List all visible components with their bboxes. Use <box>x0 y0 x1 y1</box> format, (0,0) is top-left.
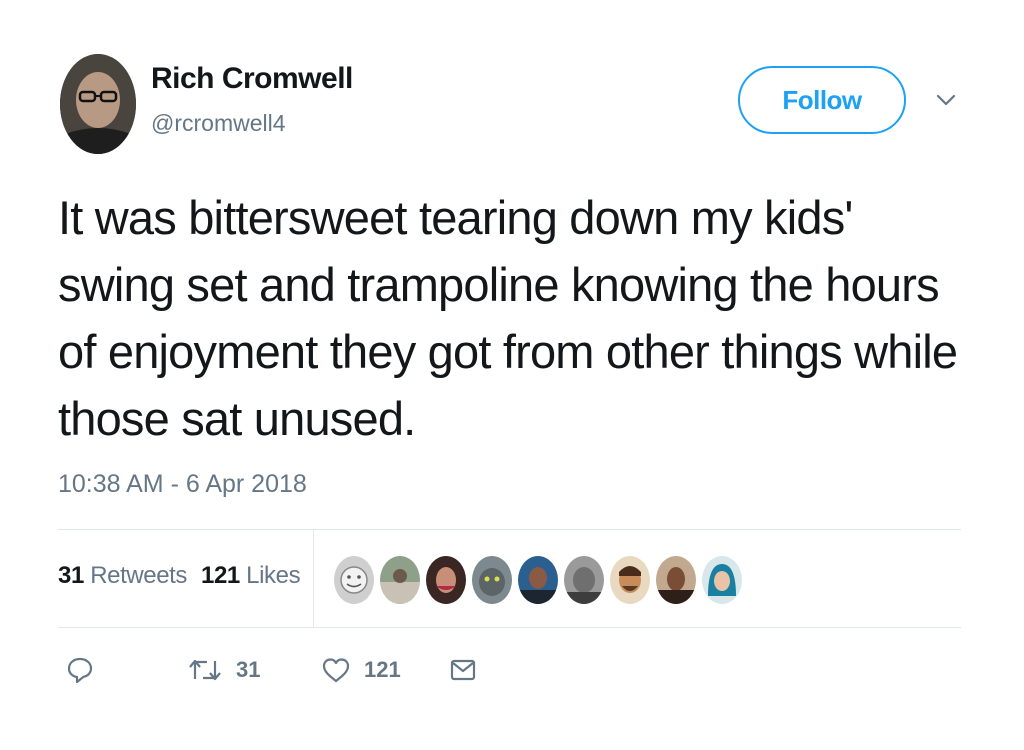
likes-label: Likes <box>246 562 301 589</box>
liker-avatar[interactable] <box>654 554 698 606</box>
heart-icon <box>322 657 350 683</box>
author-name[interactable]: Rich Cromwell <box>151 62 353 96</box>
retweet-icon <box>188 657 222 683</box>
retweet-button[interactable]: 31 <box>188 648 260 692</box>
liker-avatar[interactable] <box>608 554 652 606</box>
reply-button[interactable] <box>66 648 94 692</box>
liker-avatar[interactable] <box>470 554 514 606</box>
liker-avatar[interactable] <box>378 554 422 606</box>
retweets-stat[interactable]: 31 Retweets <box>58 562 187 589</box>
reply-icon <box>66 656 94 684</box>
author-handle[interactable]: @rcromwell4 <box>151 110 286 137</box>
like-button[interactable]: 121 <box>322 648 401 692</box>
tweet-text-line: It was bittersweet tearing down my kids' <box>58 191 853 244</box>
stats-separator <box>313 530 314 628</box>
follow-button[interactable]: Follow <box>738 66 906 134</box>
liker-avatar[interactable] <box>700 554 744 606</box>
retweets-count: 31 <box>58 562 84 589</box>
divider-top <box>58 529 961 530</box>
chevron-down-icon[interactable] <box>935 92 957 108</box>
liker-avatar[interactable] <box>562 554 606 606</box>
envelope-icon <box>450 658 476 682</box>
dm-button[interactable] <box>450 648 476 692</box>
liker-avatar[interactable] <box>332 554 376 606</box>
liker-avatar[interactable] <box>516 554 560 606</box>
retweets-label: Retweets <box>90 562 188 589</box>
tweet-text-line: swing set and trampoline knowing the hou… <box>58 258 940 311</box>
tweet-text-line: of enjoyment they got from other things … <box>58 325 958 378</box>
liker-avatar[interactable] <box>424 554 468 606</box>
author-avatar[interactable] <box>60 54 136 154</box>
likes-count: 121 <box>201 562 240 589</box>
tweet-text: It was bittersweet tearing down my kids'… <box>58 184 978 452</box>
tweet-text-line: those sat unused. <box>58 392 416 445</box>
retweet-count: 31 <box>236 657 261 682</box>
divider-bottom <box>58 627 961 628</box>
likes-stat[interactable]: 121 Likes <box>201 562 301 589</box>
tweet-stats: 31 Retweets 121 Likes <box>58 562 301 590</box>
like-count: 121 <box>364 657 401 682</box>
tweet-timestamp[interactable]: 10:38 AM - 6 Apr 2018 <box>58 470 307 499</box>
